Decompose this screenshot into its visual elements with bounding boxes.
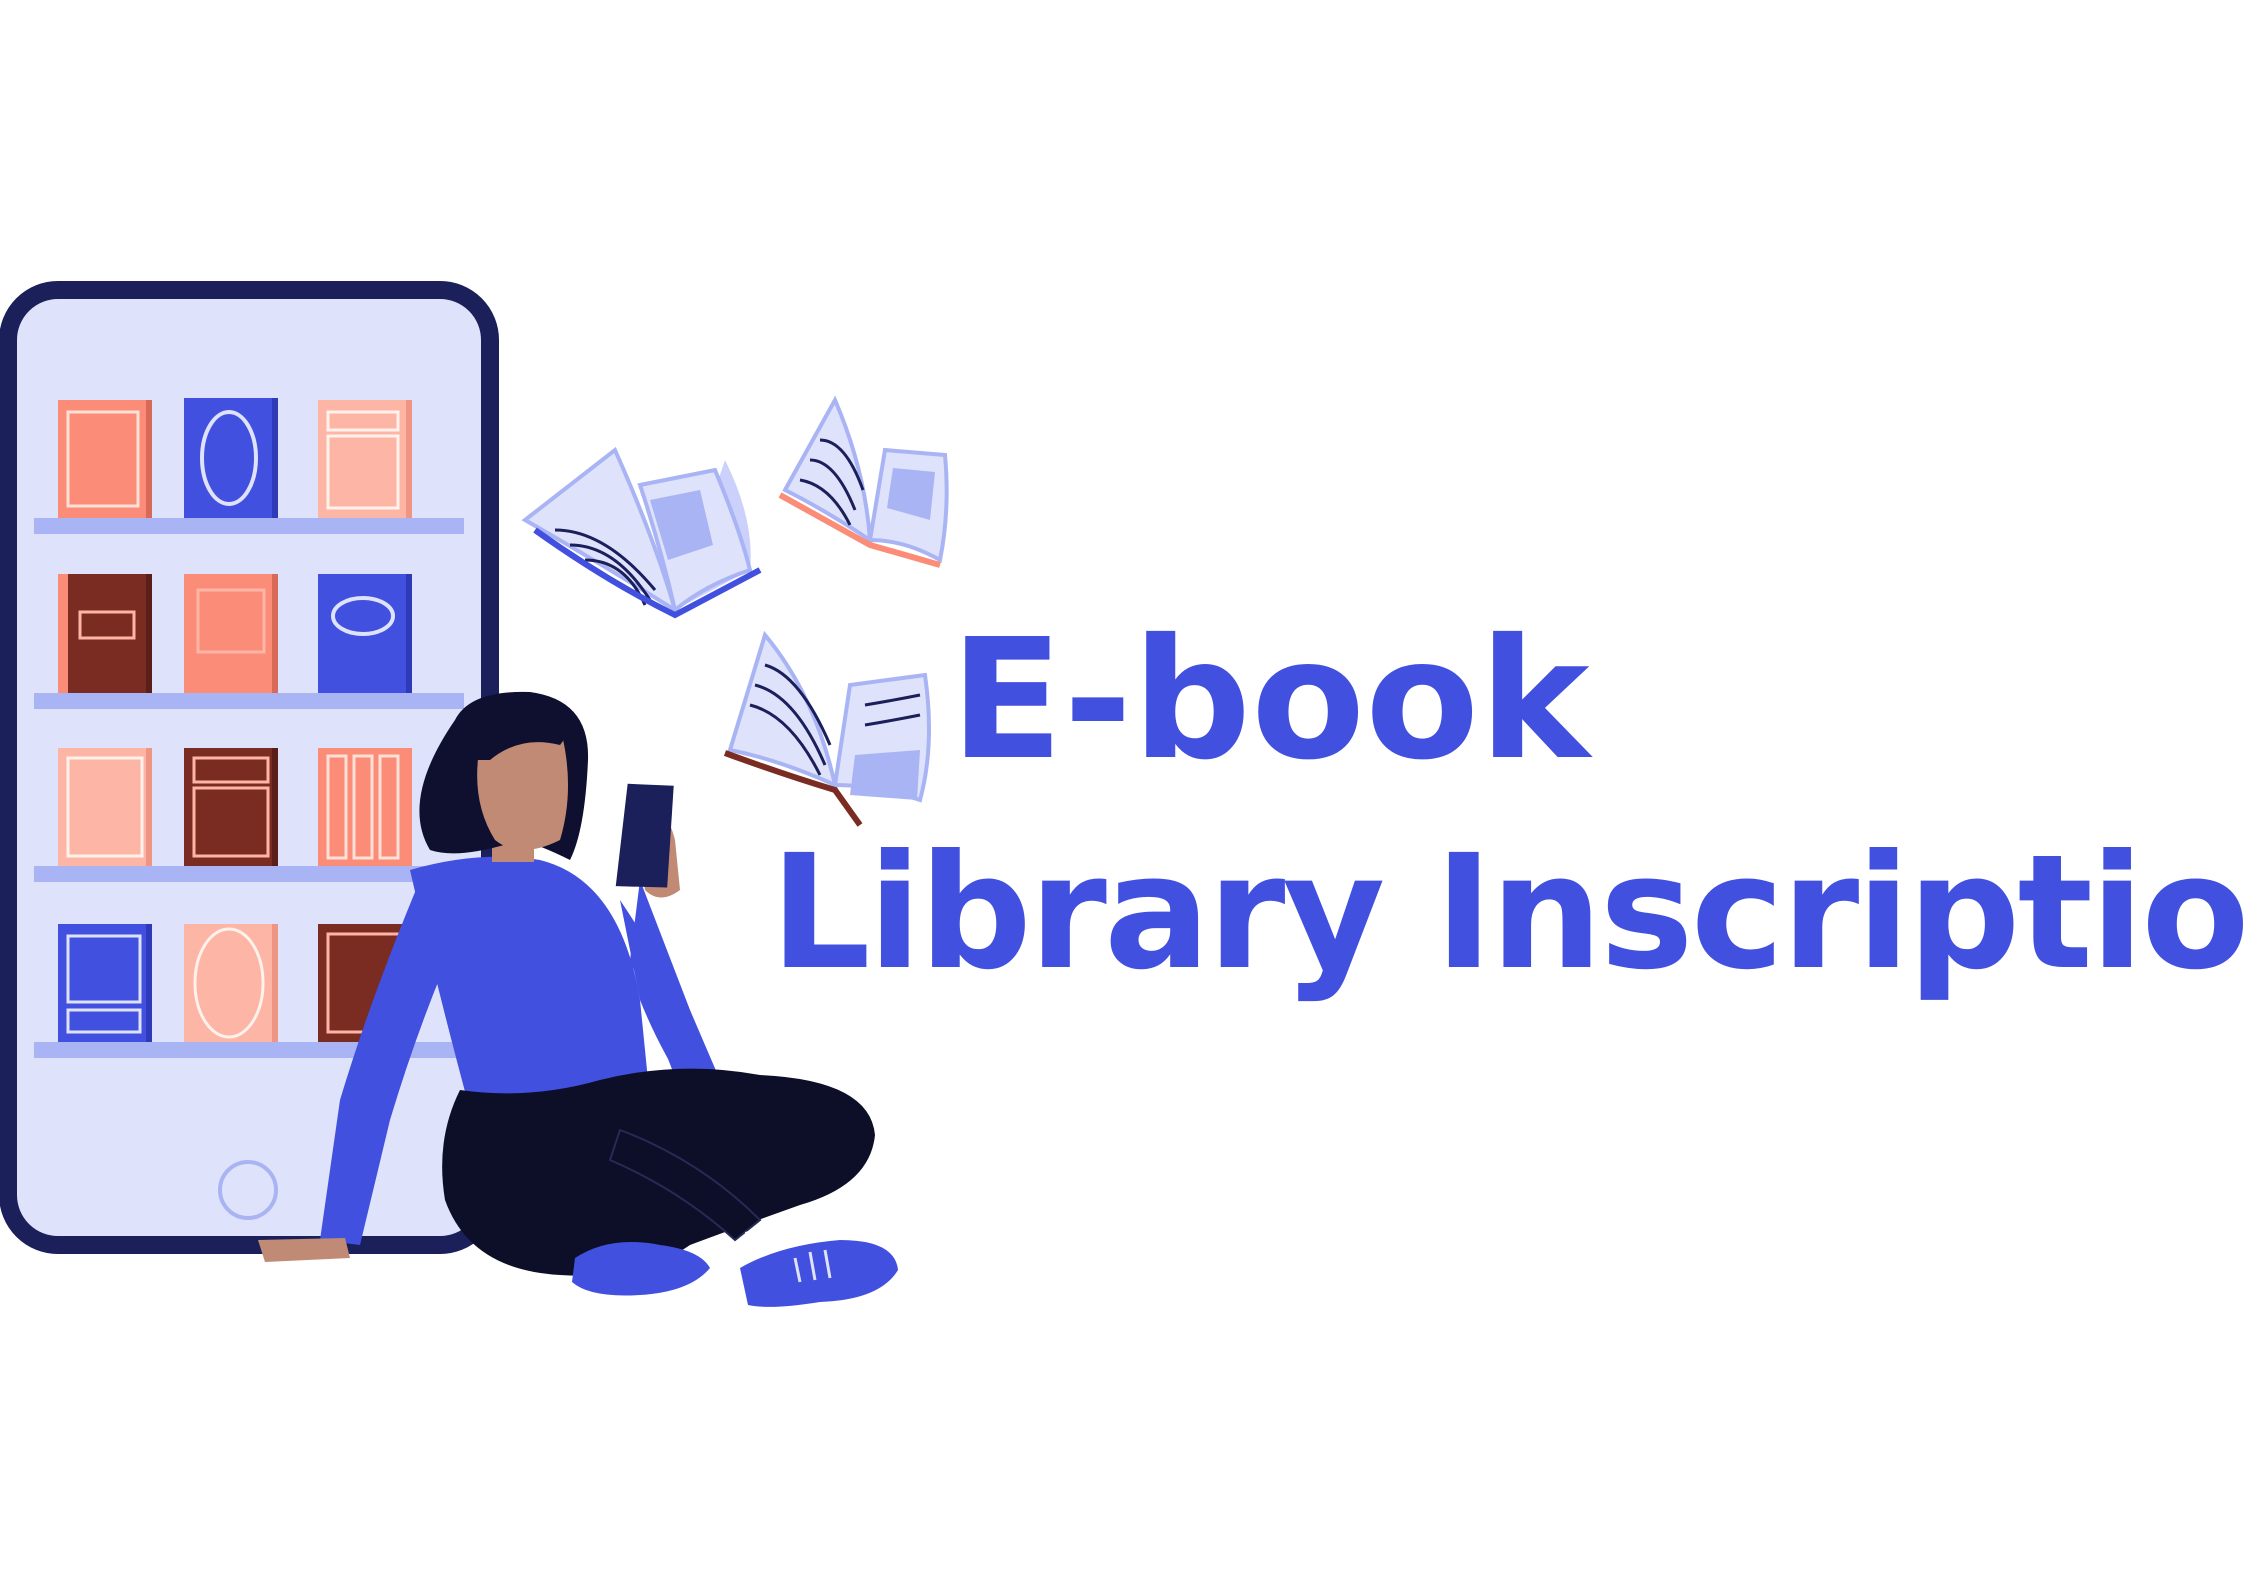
book-row-2 <box>58 574 412 693</box>
book-icon <box>184 574 278 693</box>
shelf <box>34 866 464 882</box>
shelf <box>34 693 464 709</box>
book-icon <box>318 574 412 693</box>
book-row-3 <box>58 748 412 866</box>
book-icon <box>318 400 412 518</box>
open-book-icon <box>521 446 762 619</box>
book-row-4 <box>58 924 412 1042</box>
book-icon <box>58 400 152 518</box>
shelf <box>34 518 464 534</box>
book-icon <box>184 398 278 518</box>
book-icon <box>58 748 152 866</box>
book-row-1 <box>58 398 412 518</box>
book-icon <box>184 748 278 866</box>
open-book-icon <box>723 630 931 827</box>
book-icon <box>58 574 152 693</box>
book-icon <box>318 748 412 866</box>
book-icon <box>184 924 278 1042</box>
open-book-icon <box>778 395 949 568</box>
page-title-line-2: Library Inscription <box>770 821 2245 1005</box>
page-title-line-1: E-book <box>950 604 1590 797</box>
book-icon <box>58 924 152 1042</box>
shoe-icon <box>572 1241 710 1296</box>
